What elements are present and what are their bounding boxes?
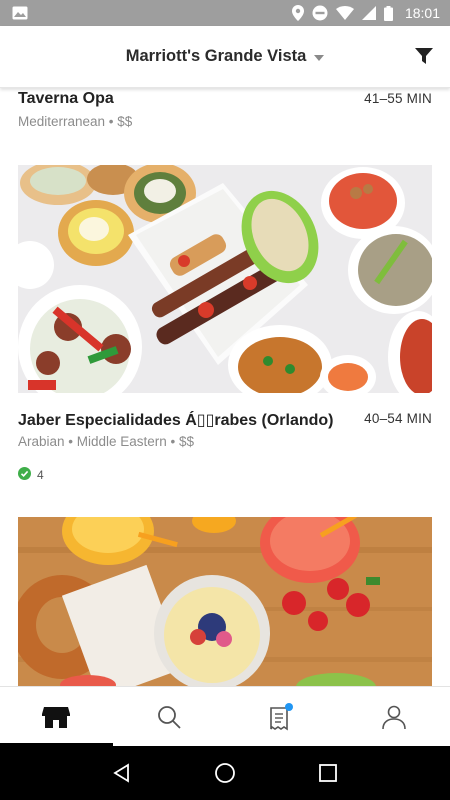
rating-value: 4 [37,468,44,482]
app-screen: 18:01 Marriott's Grande Vista Taverna Op… [0,0,450,800]
restaurant-name: Jaber Especialidades Á▯▯rabes (Orlando) [18,412,334,429]
restaurant-feed[interactable]: Taverna Opa 41–55 MIN Mediterranean • $$ [0,88,450,686]
restaurant-tags: Arabian • Middle Eastern • $$ [18,434,195,449]
circle-home-icon [215,763,235,783]
recents-button[interactable] [313,758,343,788]
verified-badge-icon [18,467,31,483]
do-not-disturb-icon [312,5,328,21]
tab-orders[interactable] [225,687,338,746]
tab-account[interactable] [338,687,450,746]
notification-dot [285,702,294,711]
battery-icon [383,5,393,21]
image-icon [12,6,28,20]
system-nav-bar [0,746,450,800]
clock: 18:01 [404,5,440,21]
rating: 4 [18,467,44,483]
filter-icon [415,48,433,64]
signal-icon [361,6,376,20]
chevron-down-icon [314,54,325,61]
restaurant-name: Taverna Opa [18,90,114,107]
bottom-nav [0,686,450,746]
restaurant-photo[interactable] [18,165,432,393]
status-bar: 18:01 [0,0,450,26]
back-icon [112,763,129,783]
wifi-icon [335,6,354,20]
restaurant-tags: Mediterranean • $$ [18,114,133,129]
delivery-eta: 41–55 MIN [364,91,432,106]
location-selector[interactable]: Marriott's Grande Vista [126,47,325,66]
account-icon [381,705,406,729]
recents-icon [319,764,338,782]
app-header: Marriott's Grande Vista [0,26,450,88]
home-button[interactable] [210,758,240,788]
restaurant-photo[interactable] [18,517,432,686]
filter-button[interactable] [414,46,434,66]
home-icon [42,706,71,728]
delivery-eta: 40–54 MIN [364,411,432,426]
orders-icon [270,702,294,730]
search-icon [157,705,181,729]
tab-search[interactable] [113,687,226,746]
location-icon [291,5,304,21]
location-title: Marriott's Grande Vista [125,47,307,65]
back-button[interactable] [107,758,137,788]
tab-home[interactable] [0,687,113,746]
